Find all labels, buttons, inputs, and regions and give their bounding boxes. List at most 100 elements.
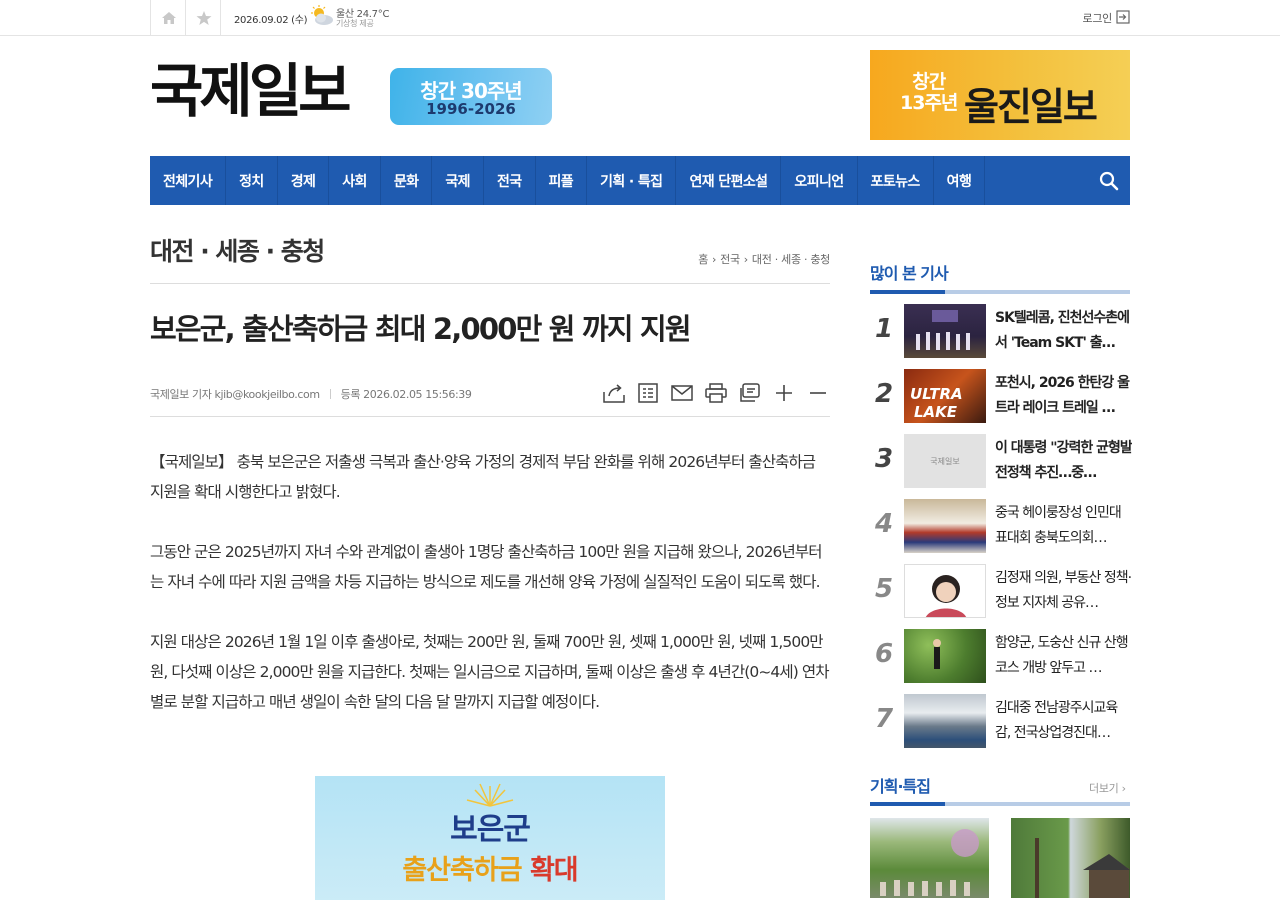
nav-item-opinion[interactable]: 오피니언 — [781, 156, 858, 205]
rank-number: 6 — [874, 639, 894, 669]
topbar-divider — [220, 0, 221, 35]
rank-number: 7 — [874, 704, 894, 734]
breadcrumb-region[interactable]: 대전 · 세종 · 충청 — [752, 251, 830, 267]
rank-number: 3 — [874, 444, 894, 474]
image-subtitle: 출산축하금 확대 — [402, 855, 578, 886]
article-list-button[interactable] — [636, 380, 660, 406]
popular-item[interactable]: 7 김대중 전남광주시교육감, 전국상업경진대… — [870, 694, 1130, 759]
font-increase-button[interactable] — [772, 380, 796, 406]
special-thumbnail[interactable] — [1011, 818, 1130, 898]
thumbnail — [904, 629, 986, 683]
bookmark-button[interactable] — [185, 0, 221, 35]
article-author: 국제일보 기자 kjib@kookjeilbo.com — [150, 388, 320, 401]
section-title: 대전 · 세종 · 충청 — [150, 237, 325, 266]
rank-number: 4 — [874, 509, 894, 539]
popular-item-title: 김대중 전남광주시교육감, 전국상업경진대… — [995, 700, 1118, 741]
nav-item-politics[interactable]: 정치 — [226, 156, 278, 205]
thumbnail — [904, 694, 986, 748]
popular-title: 많이 본 기사 — [870, 264, 949, 283]
site-logo[interactable]: 국제일보 — [150, 62, 351, 120]
nav-item-special[interactable]: 기획 · 특집 — [587, 156, 677, 205]
thumbnail-placeholder: 국제일보 — [904, 434, 986, 488]
breadcrumb: 홈 › 전국 › 대전 · 세종 · 충청 — [698, 251, 830, 267]
nav-item-international[interactable]: 국제 — [432, 156, 484, 205]
image-title: 보은군 — [450, 812, 531, 847]
minus-icon — [810, 392, 826, 394]
search-icon[interactable] — [1098, 170, 1120, 192]
share-button[interactable] — [602, 380, 626, 406]
nav-item-people[interactable]: 피플 — [536, 156, 588, 205]
thumbnail — [904, 304, 986, 358]
nav-item-photo[interactable]: 포토뉴스 — [858, 156, 934, 205]
breadcrumb-national[interactable]: 전국 — [720, 251, 740, 267]
popular-item[interactable]: 6 함양군, 도숭산 신규 산행 코스 개방 앞두고 … — [870, 629, 1130, 694]
popular-item[interactable]: 4 중국 헤이룽장성 인민대표대회 충북도의회… — [870, 499, 1130, 564]
anniversary-banner[interactable]: 창간 30주년 1996-2026 — [390, 68, 552, 125]
popular-item[interactable]: 5 김정재 의원, 부동산 정책· 정보 지자체 공유… — [870, 564, 1132, 629]
thumbnail — [904, 499, 986, 553]
home-icon — [161, 11, 176, 24]
login-link[interactable]: 로그인 — [1083, 10, 1113, 26]
scrap-icon — [740, 383, 760, 402]
special-thumbnail[interactable] — [870, 818, 989, 898]
popular-item-title: 함양군, 도숭산 신규 산행 코스 개방 앞두고 … — [995, 635, 1129, 676]
current-date: 2026.09.02 (수) — [234, 15, 308, 26]
chevron-right-icon: › — [1118, 782, 1126, 795]
nav-item-novel[interactable]: 연재 단편소설 — [676, 156, 782, 205]
popular-title-bar — [870, 290, 1130, 294]
email-button[interactable] — [670, 380, 694, 406]
popular-item-title: 이 대통령 "강력한 균형발전정책 추진…중… — [995, 440, 1132, 481]
nav-item-travel[interactable]: 여행 — [934, 156, 986, 205]
divider — [150, 416, 830, 417]
print-button[interactable] — [704, 380, 728, 406]
ad-banner[interactable]: 창간 13주년 울진일보 — [870, 50, 1130, 140]
thumbnail: ULTRA LAKE — [904, 369, 986, 423]
popular-item[interactable]: 1 SK텔레콤, 진천선수촌에서 'Team SKT' 출… — [870, 304, 1130, 369]
popular-item-title: 포천시, 2026 한탄강 울트라 레이크 트레일 … — [995, 375, 1130, 416]
home-button[interactable] — [150, 0, 186, 35]
thumbnail — [904, 564, 986, 618]
article-tools — [602, 380, 830, 406]
special-section-title: 기획·특집 — [870, 777, 931, 796]
nav-item-all[interactable]: 전체기사 — [150, 156, 227, 205]
main-nav: 전체기사 정치 경제 사회 문화 국제 전국 피플 기획 · 특집 연재 단편소… — [150, 156, 1130, 205]
list-icon — [638, 383, 658, 403]
popular-item[interactable]: 2 ULTRA LAKE 포천시, 2026 한탄강 울트라 레이크 트레일 … — [870, 369, 1130, 434]
anniversary-years: 1996-2026 — [426, 100, 516, 118]
nav-item-society[interactable]: 사회 — [329, 156, 381, 205]
chevron-right-icon: › — [743, 252, 748, 266]
popular-item-title: 중국 헤이룽장성 인민대표대회 충북도의회… — [995, 505, 1122, 546]
divider — [150, 283, 830, 284]
article-byline: 국제일보 기자 kjib@kookjeilbo.com 등록 2026.02.0… — [150, 386, 472, 402]
divider — [329, 389, 331, 399]
top-bar: 2026.09.02 (수) 울산 24.7°C 기상청 제공 로그인 — [0, 0, 1280, 36]
rank-number: 2 — [874, 379, 894, 409]
nav-item-economy[interactable]: 경제 — [278, 156, 330, 205]
ad-banner-subtitle: 창간 13주년 — [900, 71, 958, 114]
svg-text:ULTRA: ULTRA — [910, 385, 963, 403]
popular-item-title: 김정재 의원, 부동산 정책· 정보 지자체 공유… — [995, 570, 1132, 611]
star-icon — [196, 10, 211, 25]
font-decrease-button[interactable] — [806, 380, 830, 406]
popular-item[interactable]: 3 국제일보 이 대통령 "강력한 균형발전정책 추진…중… — [870, 434, 1132, 499]
special-title-bar — [870, 802, 1130, 806]
article-paragraph: 그동안 군은 2025년까지 자녀 수와 관계없이 출생아 1명당 출산축하금 … — [150, 543, 823, 591]
article-image: 보은군 출산축하금 확대 — [315, 776, 665, 900]
popular-item-title: SK텔레콤, 진천선수촌에서 'Team SKT' 출… — [995, 310, 1130, 351]
popular-list: 1 SK텔레콤, 진천선수촌에서 'Team SKT' 출… 2 ULTRA LA… — [870, 304, 1132, 759]
login-icon[interactable] — [1116, 10, 1130, 24]
breadcrumb-home[interactable]: 홈 — [698, 251, 708, 267]
scrap-button[interactable] — [738, 380, 762, 406]
partly-cloudy-icon — [311, 5, 333, 25]
article-paragraph: 지원 대상은 2026년 1월 1일 이후 출생아로, 첫째는 200만 원, … — [150, 633, 830, 711]
print-icon — [705, 383, 727, 403]
rank-number: 1 — [874, 314, 894, 344]
article-headline: 보은군, 출산축하금 최대 2,000만 원 까지 지원 — [150, 312, 692, 346]
plus-icon — [776, 385, 792, 401]
nav-item-culture[interactable]: 문화 — [381, 156, 433, 205]
nav-item-national[interactable]: 전국 — [484, 156, 536, 205]
article-body: 【국제일보】 충북 보은군은 저출생 극복과 출산·양육 가정의 경제적 부담 … — [150, 447, 832, 747]
article-paragraph: 【국제일보】 충북 보은군은 저출생 극복과 출산·양육 가정의 경제적 부담 … — [150, 453, 816, 501]
mail-icon — [671, 385, 693, 401]
more-link[interactable]: 더보기 › — [1089, 780, 1126, 796]
